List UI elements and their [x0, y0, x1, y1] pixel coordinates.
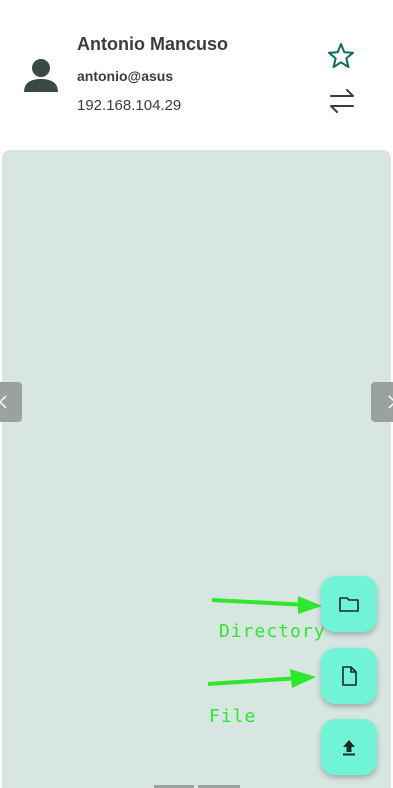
next-page-button[interactable]	[371, 382, 393, 422]
chevron-right-icon	[388, 395, 393, 409]
new-directory-button[interactable]	[321, 576, 377, 632]
folder-icon	[339, 597, 359, 612]
star-outline-icon[interactable]	[327, 42, 355, 70]
connection-user-host: antonio@asus	[77, 68, 174, 84]
swap-arrows-icon[interactable]	[328, 88, 356, 114]
chevron-left-icon	[0, 395, 7, 409]
prev-page-button[interactable]	[0, 382, 22, 422]
file-pointer-arrow	[207, 669, 316, 688]
connection-header: Antonio Mancuso antonio@asus 192.168.104…	[0, 0, 393, 150]
screen: Antonio Mancuso antonio@asus 192.168.104…	[0, 0, 393, 788]
upload-button[interactable]	[321, 719, 377, 775]
file-annotation: File	[209, 706, 257, 727]
connection-name: Antonio Mancuso	[77, 34, 228, 54]
new-file-button[interactable]	[321, 648, 377, 704]
directory-pointer-arrow	[211, 596, 322, 614]
file-icon	[342, 666, 357, 686]
upload-icon	[343, 740, 355, 756]
directory-annotation: Directory	[219, 621, 326, 642]
connection-ip: 192.168.104.29	[77, 97, 182, 114]
person-icon	[24, 59, 58, 92]
